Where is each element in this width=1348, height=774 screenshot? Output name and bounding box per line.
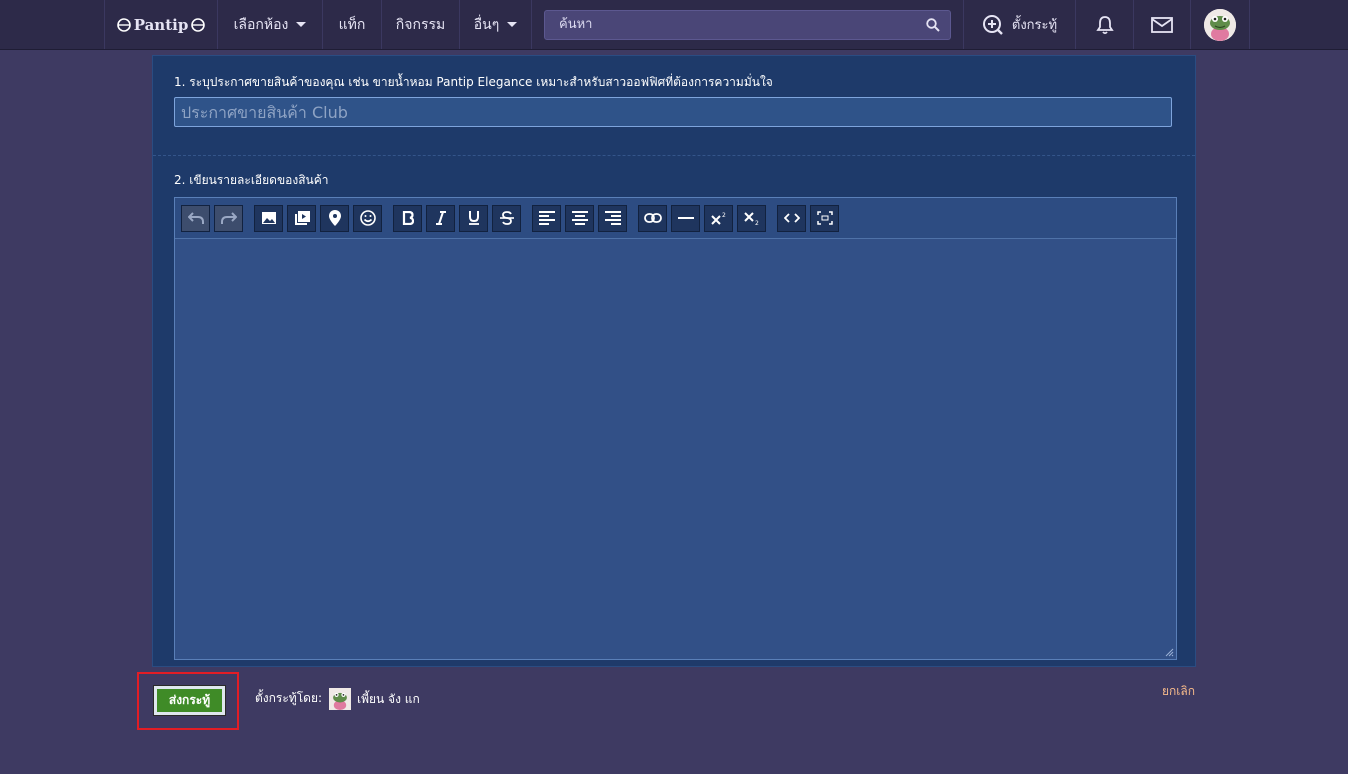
align-left-icon[interactable] xyxy=(532,204,561,232)
link-icon[interactable] xyxy=(638,204,667,232)
pantip-logo[interactable]: Pantip xyxy=(105,0,218,49)
messages-button[interactable] xyxy=(1134,0,1191,49)
image-icon[interactable] xyxy=(254,204,283,232)
search-icon[interactable] xyxy=(926,17,940,32)
bell-icon xyxy=(1095,15,1114,34)
menu-tag-label: แท็ก xyxy=(338,16,366,33)
search-box xyxy=(544,9,951,40)
video-icon[interactable] xyxy=(287,204,316,232)
author-label: ตั้งกระทู้โดย: xyxy=(255,691,323,705)
menu-more-label: อื่นๆ xyxy=(473,16,500,33)
section-divider xyxy=(153,155,1195,156)
chevron-down-icon xyxy=(296,22,307,27)
topic-title-input[interactable] xyxy=(174,97,1172,127)
profile-menu[interactable] xyxy=(1191,0,1248,49)
nav-inner: Pantip เลือกห้อง แท็ก กิจกรรม อื่นๆ ตั้ง… xyxy=(104,0,1250,49)
new-topic-icon xyxy=(982,14,1003,35)
logo-text: Pantip xyxy=(133,15,189,34)
location-icon[interactable] xyxy=(320,204,349,232)
emoji-icon[interactable] xyxy=(353,204,382,232)
svg-text:2: 2 xyxy=(722,212,726,219)
menu-tag[interactable]: แท็ก xyxy=(323,0,382,49)
resize-handle-icon[interactable] xyxy=(1165,648,1174,657)
underline-icon[interactable] xyxy=(459,204,488,232)
align-center-icon[interactable] xyxy=(565,204,594,232)
logo-right-glasses-icon xyxy=(191,17,206,32)
author-avatar xyxy=(329,688,351,710)
redo-icon[interactable] xyxy=(214,204,243,232)
menu-select-room[interactable]: เลือกห้อง xyxy=(218,0,323,49)
editor-toolbar: 2 2 xyxy=(175,198,1176,239)
menu-activity[interactable]: กิจกรรม xyxy=(382,0,460,49)
svg-text:2: 2 xyxy=(755,220,759,225)
strikethrough-icon[interactable] xyxy=(492,204,521,232)
bold-icon[interactable] xyxy=(393,204,422,232)
code-icon[interactable] xyxy=(777,204,806,232)
align-right-icon[interactable] xyxy=(598,204,627,232)
frog-avatar-icon xyxy=(329,688,351,710)
menu-more[interactable]: อื่นๆ xyxy=(460,0,532,49)
search-area xyxy=(532,0,964,49)
subscript-icon[interactable]: 2 xyxy=(737,204,766,232)
new-topic-label: ตั้งกระทู้ xyxy=(1011,18,1058,33)
cancel-link[interactable]: ยกเลิก xyxy=(1162,682,1195,701)
mail-icon xyxy=(1151,16,1173,33)
step1-label: 1. ระบุประกาศขายสินค้าของคุณ เช่น ขายน้ำ… xyxy=(174,75,773,89)
fullscreen-icon[interactable] xyxy=(810,204,839,232)
frog-avatar-icon xyxy=(1203,8,1236,41)
italic-icon[interactable] xyxy=(426,204,455,232)
notifications-button[interactable] xyxy=(1076,0,1134,49)
search-input[interactable] xyxy=(557,16,926,33)
avatar xyxy=(1203,8,1236,41)
editor-content-area[interactable] xyxy=(175,239,1176,659)
chevron-down-icon xyxy=(507,22,518,27)
post-form-panel: 1. ระบุประกาศขายสินค้าของคุณ เช่น ขายน้ำ… xyxy=(152,55,1196,667)
submit-topic-button[interactable]: ส่งกระทู้ xyxy=(154,686,225,715)
horizontal-rule-icon[interactable] xyxy=(671,204,700,232)
top-nav: Pantip เลือกห้อง แท็ก กิจกรรม อื่นๆ ตั้ง… xyxy=(0,0,1348,50)
new-topic-button[interactable]: ตั้งกระทู้ xyxy=(964,0,1076,49)
menu-activity-label: กิจกรรม xyxy=(395,16,446,33)
superscript-icon[interactable]: 2 xyxy=(704,204,733,232)
author-name[interactable]: เพี้ยน จัง แก xyxy=(357,690,420,709)
menu-select-room-label: เลือกห้อง xyxy=(233,16,289,33)
logo-left-glasses-icon xyxy=(116,17,131,32)
rich-text-editor: 2 2 xyxy=(174,197,1177,660)
undo-icon[interactable] xyxy=(181,204,210,232)
step2-label: 2. เขียนรายละเอียดของสินค้า xyxy=(174,173,329,187)
